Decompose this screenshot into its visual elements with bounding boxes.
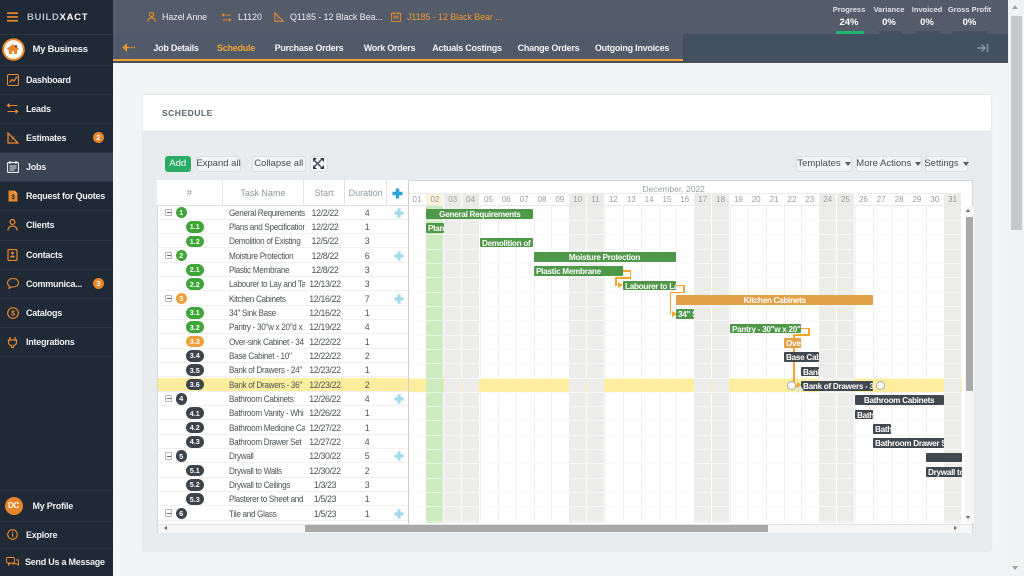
svg-text:$: $: [11, 308, 16, 317]
